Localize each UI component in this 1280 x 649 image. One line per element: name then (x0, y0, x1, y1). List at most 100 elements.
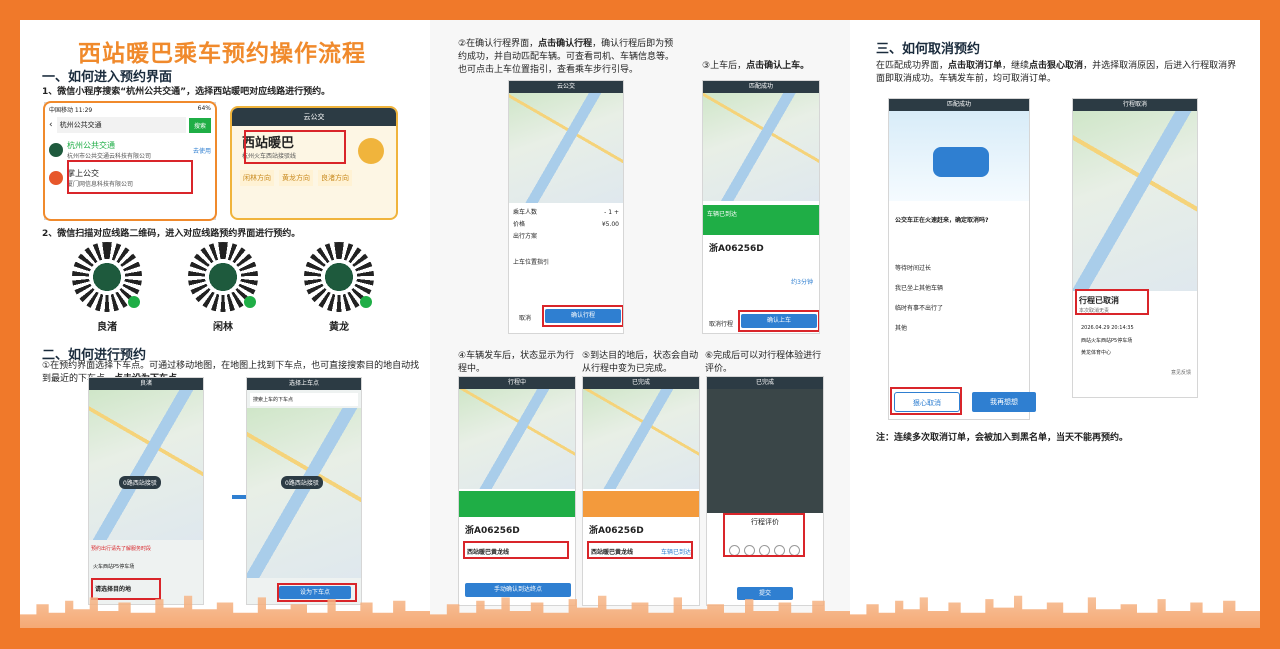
done-screen: 已完成 浙A06256D 西站暖巴黄龙线 车辆已到达 (582, 376, 700, 606)
highlight-firm-cancel (890, 387, 962, 415)
section3-heading: 三、如何取消预约 (876, 42, 981, 57)
map1-pin[interactable]: 0路西站接驳 (119, 476, 161, 489)
skyline-decoration (20, 595, 430, 628)
ph9-title: 行程取消 (1073, 99, 1197, 111)
skyline-decoration (850, 595, 1260, 628)
step3-pre: ③上车后， (702, 61, 747, 71)
map1-tip: 预约出行请先了解服务时段 (91, 546, 152, 552)
qr-xianlin[interactable] (188, 242, 258, 312)
section1-heading: 一、如何进入预约界面 (42, 70, 173, 85)
in-trip-screen: 行程中 浙A06256D 西站暖巴黄龙线 手动确认到达终点 (458, 376, 576, 606)
page-title: 西站暖巴乘车预约操作流程 (78, 41, 366, 67)
qr-label-3: 黄龙 (329, 322, 349, 333)
qr-label-1: 良渚 (97, 322, 117, 333)
ph8-question: 公交车正在火速赶来，确定取消吗? (895, 217, 989, 224)
ph9-time: 2026.04.29 20:14:35 (1081, 325, 1134, 331)
ph9-to: 黄龙体育中心 (1081, 350, 1112, 356)
step2-text: 2、微信扫描对应线路二维码，进入对应线路预约界面进行预约。 (42, 229, 301, 239)
price-label: 价格 (513, 221, 526, 228)
right-panel: 三、如何取消预约 在匹配成功界面，点击取消订单，继续点击狠心取消，并选择取消原因… (850, 20, 1260, 628)
map-screen-2: 选择上车点 搜索上车的下车点 0路西站接驳 设为下车点 (246, 377, 362, 605)
highlight-cloudbus (244, 130, 346, 164)
direction-xianlin[interactable]: 闲林方向 (240, 170, 274, 186)
highlight-set-dropoff (277, 583, 357, 602)
ph5-plate: 浙A06256D (465, 526, 520, 536)
miniapp-icon (360, 296, 372, 308)
step1-text: 1、微信小程序搜索“杭州公共交通”，选择西站暖吧对应线路进行预约。 (42, 87, 331, 97)
ph4-time: 约3分钟 (791, 279, 813, 286)
frame-search (43, 101, 217, 221)
guide-link[interactable]: 上车位置指引 (513, 257, 619, 269)
ph3-title: 云公交 (509, 81, 623, 93)
highlight-cancelled (1075, 289, 1149, 315)
s3-bold2: 点击狠心取消 (1029, 61, 1084, 71)
miniapp-icon (128, 296, 140, 308)
map2-title: 选择上车点 (247, 378, 361, 390)
matched-screen: 匹配成功 车辆已到达 浙A06256D 约3分钟 取消行程 确认上车 (702, 80, 820, 334)
step2a-pre: ②在确认行程界面， (458, 39, 539, 49)
highlight-done (587, 541, 693, 559)
ph7-title: 已完成 (707, 377, 823, 389)
direction-huanglong[interactable]: 黄龙方向 (279, 170, 313, 186)
highlight-rating (723, 513, 805, 557)
cloudbus-title: 云公交 (232, 108, 396, 126)
qr-liangzhu[interactable] (72, 242, 142, 312)
s3-mid: ，继续 (1002, 61, 1030, 71)
map1-tabs[interactable]: 火车西站P5停车场 (93, 563, 134, 570)
reason-1[interactable]: 等待时间过长 (895, 259, 943, 279)
cancel-confirm-screen: 匹配成功 公交车正在火速赶来，确定取消吗? 等待时间过长 我已坐上其他车辆 临时… (888, 98, 1030, 420)
reason-4[interactable]: 其他 (895, 319, 943, 339)
reason-2[interactable]: 我已坐上其他车辆 (895, 279, 943, 299)
ph4-title: 匹配成功 (703, 81, 819, 93)
step5-text: ⑤到达目的地后，状态会自动从行程中变为已完成。 (582, 351, 699, 374)
ph6-title: 已完成 (583, 377, 699, 389)
ph8-title: 匹配成功 (889, 99, 1029, 111)
step3-text: ③上车后，点击确认上车。 (702, 60, 809, 73)
plan-label: 出行方案 (513, 233, 538, 240)
left-panel: 西站暖巴乘车预约操作流程 一、如何进入预约界面 1、微信小程序搜索“杭州公共交通… (20, 20, 430, 628)
bus-icon (358, 138, 384, 164)
step6-text: ⑥完成后可以对行程体验进行评价。 (705, 351, 822, 374)
seat-stepper[interactable]: - 1 + (604, 207, 619, 219)
bus-illustration-icon (933, 147, 989, 177)
qr-huanglong[interactable] (304, 242, 374, 312)
ph4-status: 车辆已到达 (703, 205, 819, 235)
qr-label-2: 闲林 (213, 322, 233, 333)
highlight-destination (91, 578, 161, 600)
cancelled-screen: 行程取消 行程已取消 本次取消无责 2026.04.29 20:14:35 西站… (1072, 98, 1198, 398)
map1-title: 良渚 (89, 378, 203, 390)
s3-pre: 在匹配成功界面， (876, 61, 949, 71)
highlight-confirm-trip (542, 305, 623, 327)
direction-liangzhu[interactable]: 良渚方向 (318, 170, 352, 186)
ph6-plate: 浙A06256D (589, 526, 644, 536)
cloudbus-screen: 云公交 西站暖巴 杭州火车西站接驳线 闲林方向 黄龙方向 良渚方向 (230, 106, 398, 220)
step4-text: ④车辆发车后，状态显示为行程中。 (458, 351, 575, 374)
step2a-bold: 点击确认行程 (538, 39, 593, 49)
ph4-plate: 浙A06256D (709, 244, 764, 254)
ph5-title: 行程中 (459, 377, 575, 389)
confirm-screen: 云公交 乘车人数 - 1 + 价格 ¥5.00 出行方案 上车位置指引 取消 确认行… (508, 80, 624, 334)
ph3-cancel[interactable]: 取消 (519, 313, 531, 322)
map-screen-1: 良渚 0路西站接驳 预约出行请先了解服务时段 火车西站P5停车场 请选择目的地 (88, 377, 204, 605)
note-text: 注：连续多次取消订单，会被加入到黑名单，当天不能再预约。 (876, 433, 1129, 443)
ph4-cancel[interactable]: 取消行程 (709, 319, 733, 328)
miniapp-icon (244, 296, 256, 308)
arrive-button[interactable]: 手动确认到达终点 (465, 583, 571, 597)
middle-panel: ②在确认行程界面，点击确认行程，确认行程后即为预约成功，并自动匹配车辆。可查看司… (430, 20, 850, 628)
ph9-from: 西站火车西站P5停车场 (1081, 338, 1133, 344)
seats-label: 乘车人数 (513, 209, 538, 216)
map2-pin[interactable]: 0路西站接驳 (281, 476, 323, 489)
s3-text: 在匹配成功界面，点击取消订单，继续点击狠心取消，并选择取消原因，后进入行程取消界… (876, 60, 1242, 86)
submit-button[interactable]: 提交 (737, 587, 793, 600)
highlight-in-trip (463, 541, 569, 559)
s3-bold1: 点击取消订单 (948, 61, 1003, 71)
think-again-button[interactable]: 我再想想 (972, 392, 1036, 412)
step3-bold: 点击确认上车。 (746, 61, 810, 71)
highlight-confirm-board (738, 310, 819, 332)
step2a-text: ②在确认行程界面，点击确认行程，确认行程后即为预约成功，并自动匹配车辆。可查看司… (458, 38, 680, 77)
reason-3[interactable]: 临时有事不出行了 (895, 299, 943, 319)
rating-screen: 已完成 行程评价 提交 (706, 376, 824, 606)
feedback-link[interactable]: 意见反馈 (1171, 369, 1191, 376)
price-value: ¥5.00 (601, 221, 619, 228)
map2-search[interactable]: 搜索上车的下车点 (250, 393, 358, 406)
